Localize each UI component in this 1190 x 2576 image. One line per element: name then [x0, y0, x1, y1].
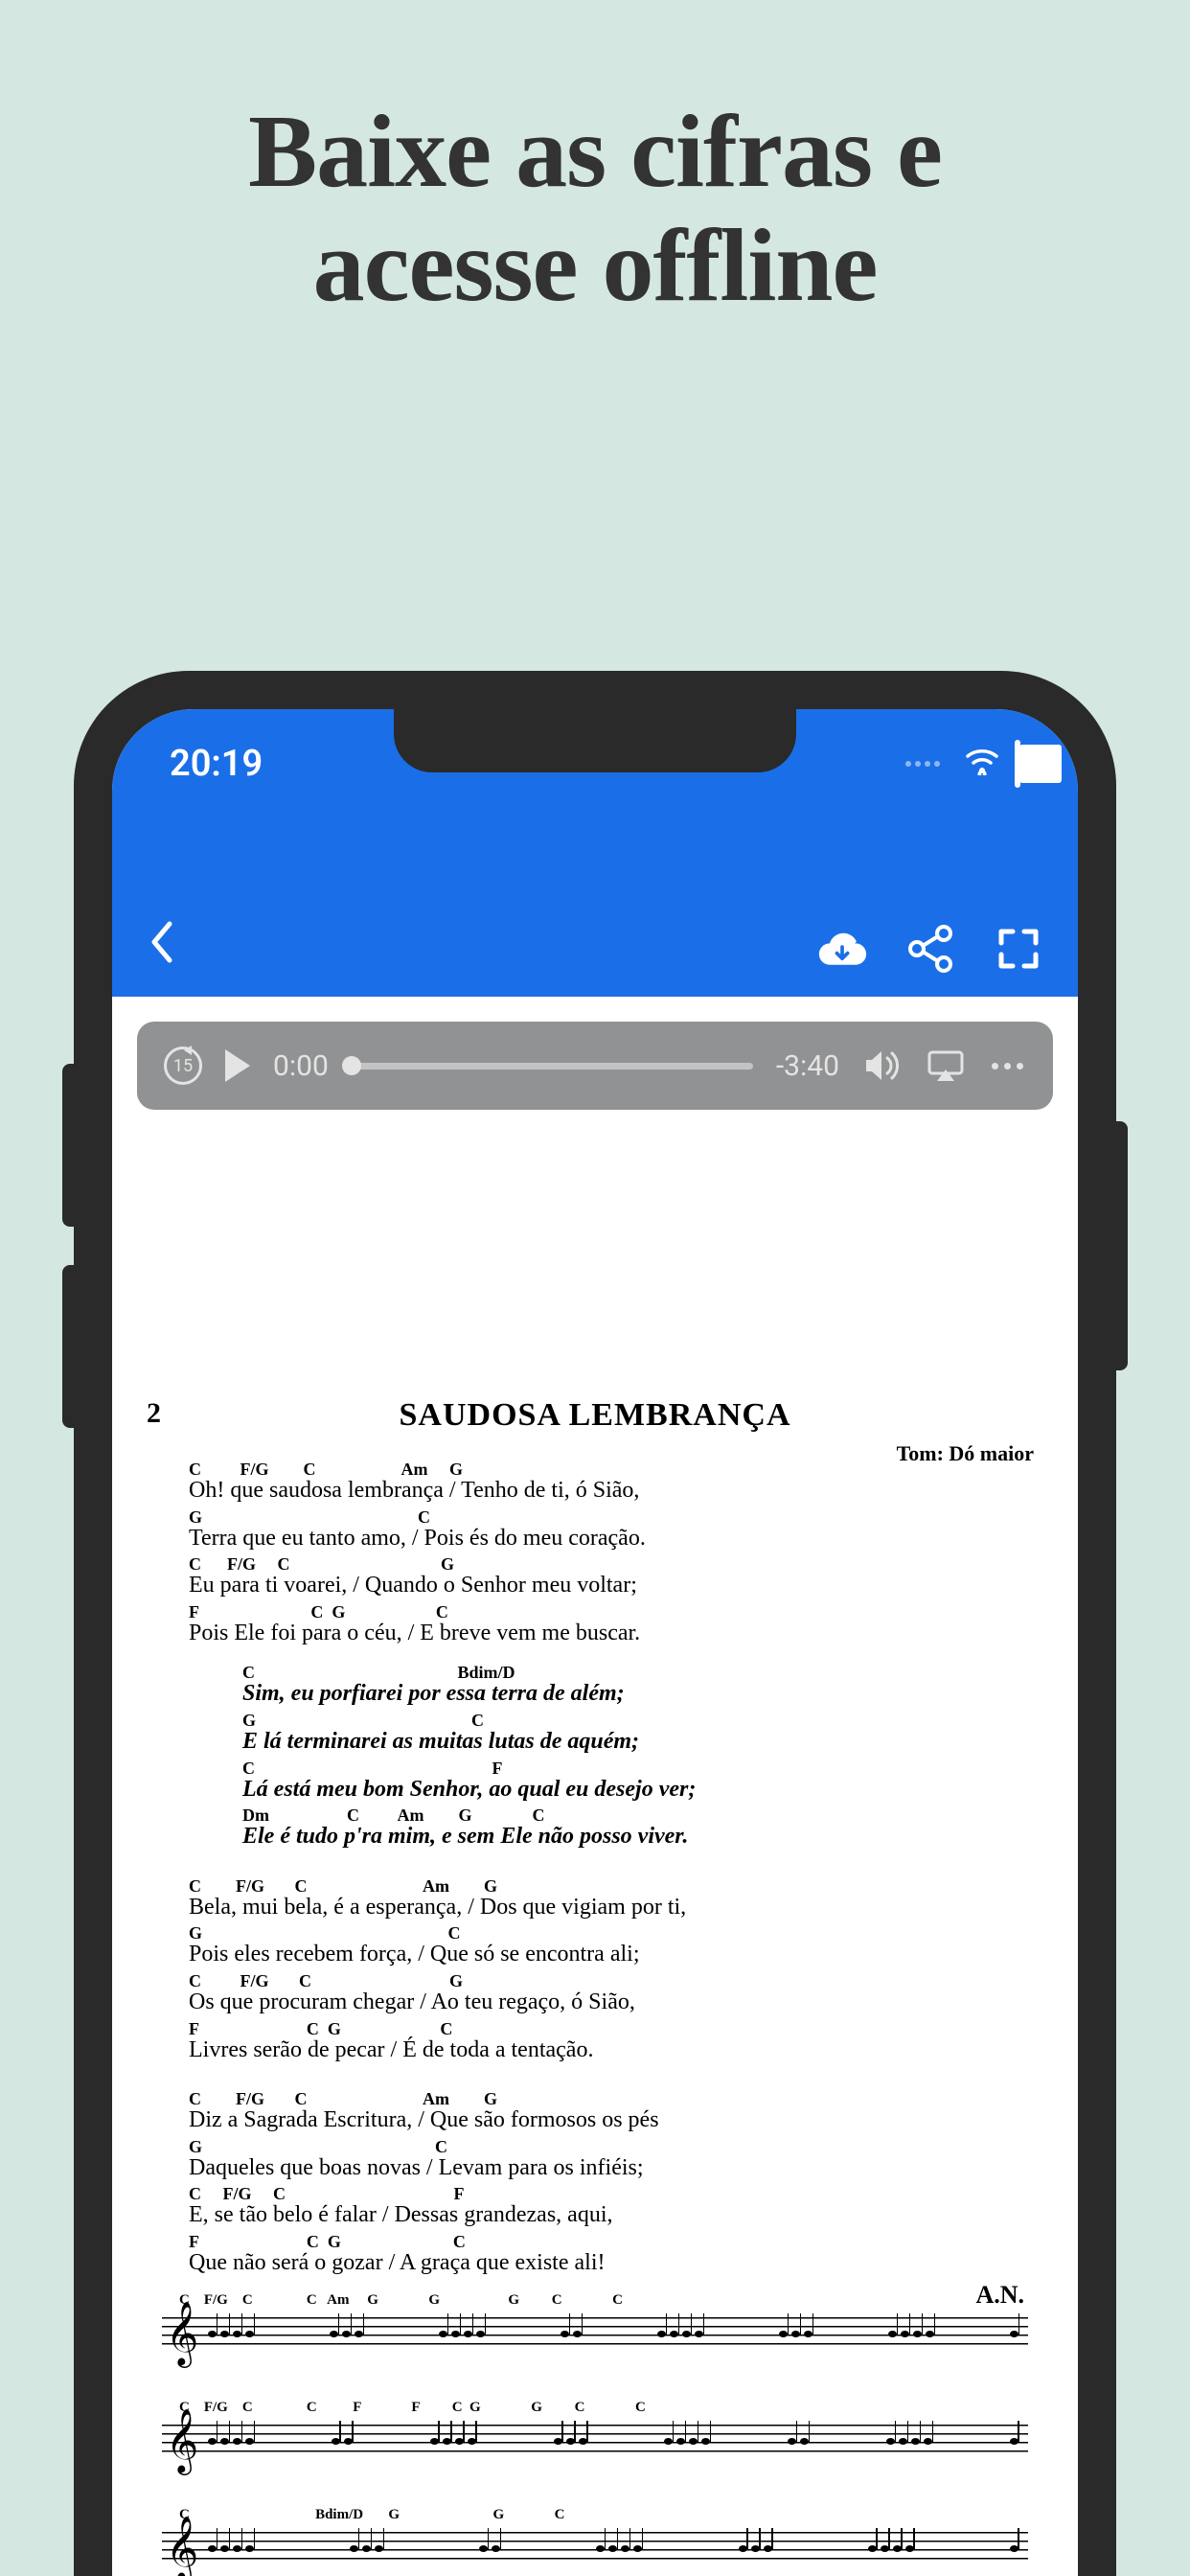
lyric-line: Que não será o gozar / A graça que exist… [189, 2250, 1005, 2277]
download-button[interactable] [817, 924, 867, 974]
promo-line-1: Baixe as cifras e [248, 95, 942, 209]
phone-screen: 20:19 [112, 709, 1078, 2576]
chord-line: C F/G C G [189, 1555, 1005, 1573]
rewind-seconds-label: 15 [173, 1056, 193, 1076]
signal-dots-icon [905, 761, 940, 767]
remaining-time: -3:40 [776, 1049, 839, 1083]
fullscreen-button[interactable] [994, 924, 1043, 974]
chord-line: F C G C [189, 1603, 1005, 1621]
chord-line: F C G C [189, 2233, 1005, 2250]
progress-slider[interactable] [352, 1063, 753, 1070]
chord-line: G C [189, 1508, 1005, 1526]
hymn-number: 2 [147, 1397, 161, 1430]
treble-clef-icon: 𝄞 [166, 2306, 198, 2361]
phone-notch [394, 709, 796, 772]
chord-line: G C [189, 2138, 1005, 2155]
airplay-button[interactable] [926, 1048, 966, 1083]
verse-3: C F/G C Am G Diz a Sagrada Escritura, / … [189, 2090, 1005, 2276]
chord-line: C F/G C Am G [189, 1460, 1005, 1478]
chorus: C Bdim/D Sim, eu porfiarei por essa terr… [242, 1664, 1005, 1850]
phone-mockup-frame: 20:19 [74, 671, 1116, 2576]
lyric-line: Terra que eu tanto amo, / Pois és do meu… [189, 1526, 1005, 1552]
chord-line: C Bdim/D [242, 1664, 1005, 1681]
lyric-line: Daqueles que boas novas / Levam para os … [189, 2155, 1005, 2182]
more-options-button[interactable] [989, 1063, 1026, 1070]
lyric-line: Pois Ele foi para o céu, / E breve vem m… [189, 1621, 1005, 1647]
lyric-line: E lá terminarei as muitas lutas de aquém… [242, 1729, 1005, 1756]
staff-chord-labels: C Bdim/D G G C [179, 2507, 565, 2523]
key-signature-label: Tom: Dó maior [897, 1441, 1034, 1466]
staff-line: C Bdim/D G G C 𝄞 [162, 2513, 1028, 2576]
promo-line-2: acesse offline [313, 209, 878, 323]
treble-clef-icon: 𝄞 [166, 2413, 198, 2469]
play-button[interactable] [225, 1049, 250, 1082]
lyric-line: Pois eles recebem força, / Que só se enc… [189, 1942, 1005, 1968]
share-button[interactable] [905, 924, 955, 974]
treble-clef-icon: 𝄞 [166, 2520, 198, 2576]
content-area: 15 0:00 -3:40 2 SAUDOSA LEMB [112, 997, 1078, 2576]
back-button[interactable] [147, 918, 175, 979]
lyric-line: Os que procuram chegar / Ao teu regaço, … [189, 1990, 1005, 2016]
navigation-bar [112, 901, 1078, 997]
staff-chord-labels: C F/G C C F F C G G C C [179, 2400, 646, 2416]
wifi-icon [963, 743, 1001, 785]
verse-2: C F/G C Am G Bela, mui bela, é a esperan… [189, 1877, 1005, 2063]
chord-line: F C G C [189, 2020, 1005, 2037]
chord-line: G C [242, 1712, 1005, 1729]
chord-line: C F/G C Am G [189, 1877, 1005, 1895]
chord-line: C F/G C F [189, 2185, 1005, 2202]
lyric-line: Bela, mui bela, é a esperança, / Dos que… [189, 1895, 1005, 1921]
lyric-line: Livres serão de pecar / É de toda a tent… [189, 2037, 1005, 2064]
promo-headline: Baixe as cifras e acesse offline [0, 0, 1190, 324]
battery-icon [1015, 743, 1020, 785]
volume-button[interactable] [862, 1048, 903, 1083]
chord-line: G C [189, 1924, 1005, 1942]
chord-line: C F/G C G [189, 1972, 1005, 1990]
progress-thumb[interactable] [342, 1056, 361, 1075]
status-time: 20:19 [170, 743, 263, 785]
elapsed-time: 0:00 [273, 1049, 329, 1083]
chord-line: C F [242, 1760, 1005, 1777]
staff-line: C F/G C C Am G G G C C 𝄞 [162, 2298, 1028, 2365]
audio-player: 15 0:00 -3:40 [137, 1022, 1053, 1110]
hymn-title: SAUDOSA LEMBRANÇA [156, 1397, 1034, 1434]
chord-line: C F/G C Am G [189, 2090, 1005, 2107]
staff-chord-labels: C F/G C C Am G G G C C [179, 2292, 623, 2309]
lyric-line: Sim, eu porfiarei por essa terra de além… [242, 1681, 1005, 1708]
chord-line: Dm C Am G C [242, 1806, 1005, 1824]
chord-sheet[interactable]: 2 SAUDOSA LEMBRANÇA Tom: Dó maior C F/G … [137, 1110, 1053, 2576]
lyric-line: Lá está meu bom Senhor, ao qual eu desej… [242, 1777, 1005, 1804]
verse-1: C F/G C Am G Oh! que saudosa lembrança /… [189, 1460, 1005, 1646]
music-notation: C F/G C C Am G G G C C 𝄞 [156, 2298, 1034, 2576]
staff-line: C F/G C C F F C G G C C 𝄞 [162, 2405, 1028, 2472]
lyric-line: Oh! que saudosa lembrança / Tenho de ti,… [189, 1478, 1005, 1505]
lyric-line: Diz a Sagrada Escritura, / Que são formo… [189, 2107, 1005, 2134]
lyric-line: Ele é tudo p'ra mim, e sem Ele não posso… [242, 1824, 1005, 1851]
status-indicators [905, 743, 1020, 785]
rewind-15-button[interactable]: 15 [164, 1046, 202, 1085]
lyric-line: Eu para ti voarei, / Quando o Senhor meu… [189, 1573, 1005, 1599]
lyric-line: E, se tão belo é falar / Dessas grandeza… [189, 2202, 1005, 2229]
